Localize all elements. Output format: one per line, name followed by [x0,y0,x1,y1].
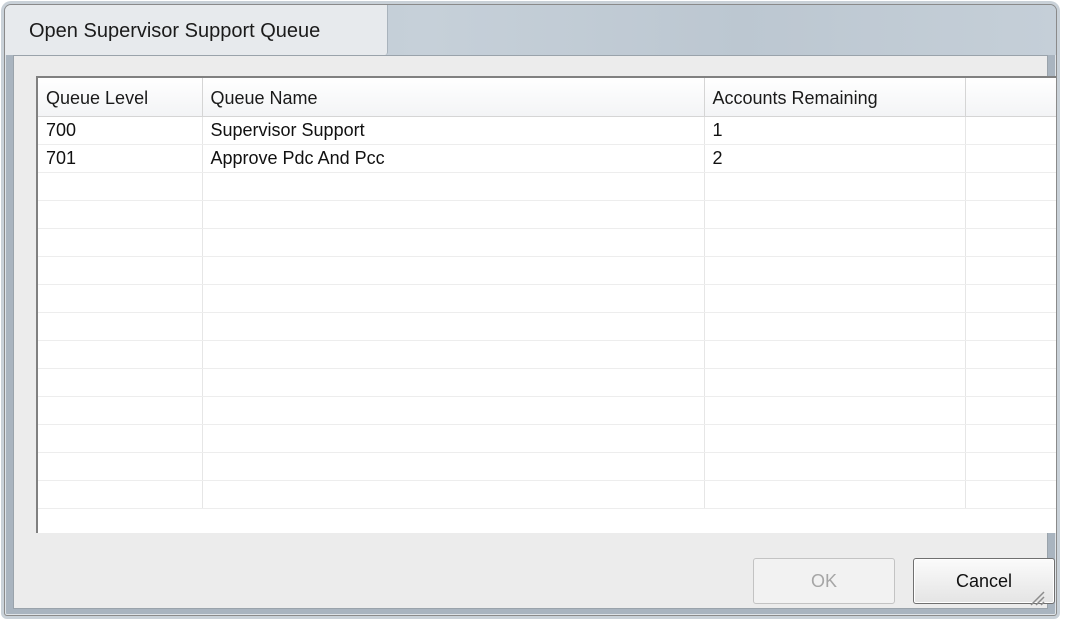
table-cell [965,396,1056,425]
table-cell [202,172,705,201]
table-cell [965,200,1056,229]
table-cell: 2 [704,144,966,173]
table-cell: 700 [38,116,203,145]
table-cell [38,284,203,313]
table-cell [202,368,705,397]
table-cell [38,256,203,285]
table-cell [704,284,966,313]
table-cell [965,116,1056,145]
table-cell [965,144,1056,173]
table-cell [202,256,705,285]
table-cell [202,340,705,369]
empty-row [38,480,1056,509]
table-row[interactable]: 700 Supervisor Support 1 [38,116,1056,145]
table-cell [38,396,203,425]
column-header-queue-level[interactable]: Queue Level [38,78,203,117]
empty-row [38,424,1056,453]
table-cell [202,396,705,425]
table-cell [704,312,966,341]
table-cell [965,172,1056,201]
empty-row [38,256,1056,285]
table-cell [704,424,966,453]
empty-row [38,368,1056,397]
table-cell [202,312,705,341]
table-cell [704,228,966,257]
table-cell [704,452,966,481]
table-cell [202,228,705,257]
table-cell [965,228,1056,257]
dialog-title: Open Supervisor Support Queue [29,20,321,42]
table-cell [704,172,966,201]
empty-row [38,312,1056,341]
resize-grip-icon[interactable] [1027,588,1045,606]
table-cell [965,368,1056,397]
table-cell [704,396,966,425]
table-cell [38,312,203,341]
dialog-window: Open Supervisor Support Queue Queue Leve… [4,4,1057,616]
table-cell: 701 [38,144,203,173]
table-cell [38,172,203,201]
table-cell [38,480,203,509]
table-cell: Supervisor Support [202,116,705,145]
title-bar: Open Supervisor Support Queue [5,5,1056,55]
table-cell [202,424,705,453]
table-cell [202,284,705,313]
table-cell [38,424,203,453]
table-cell [965,312,1056,341]
table-cell [704,368,966,397]
table-cell [202,480,705,509]
table-cell [202,452,705,481]
table-cell [38,368,203,397]
table-cell [704,256,966,285]
queue-list-view[interactable]: Queue Level Queue Name Accounts Remainin… [36,76,1056,533]
empty-row [38,172,1056,201]
header-row: Queue Level Queue Name Accounts Remainin… [38,78,1056,117]
table-cell [965,284,1056,313]
table-cell [965,452,1056,481]
empty-row [38,340,1056,369]
table-cell: Approve Pdc And Pcc [202,144,705,173]
empty-row [38,284,1056,313]
table-cell [38,340,203,369]
table-cell: 1 [704,116,966,145]
table-cell [202,200,705,229]
table-cell [38,452,203,481]
table-cell [38,200,203,229]
table-row[interactable]: 701 Approve Pdc And Pcc 2 [38,144,1056,173]
queue-table: Queue Level Queue Name Accounts Remainin… [38,78,1056,509]
empty-row [38,396,1056,425]
table-cell [965,480,1056,509]
table-cell [965,256,1056,285]
column-header-queue-name[interactable]: Queue Name [202,78,705,117]
table-cell [965,340,1056,369]
table-cell [704,200,966,229]
column-header-accounts-remaining[interactable]: Accounts Remaining [704,78,966,117]
column-header-filler [965,78,1056,117]
table-cell [704,340,966,369]
table-cell [965,424,1056,453]
table-cell [704,480,966,509]
dialog-client-area: Queue Level Queue Name Accounts Remainin… [13,55,1056,609]
empty-row [38,228,1056,257]
empty-row [38,452,1056,481]
ok-button[interactable]: OK [753,558,895,604]
title-tab: Open Supervisor Support Queue [5,5,388,55]
table-cell [38,228,203,257]
empty-row [38,200,1056,229]
